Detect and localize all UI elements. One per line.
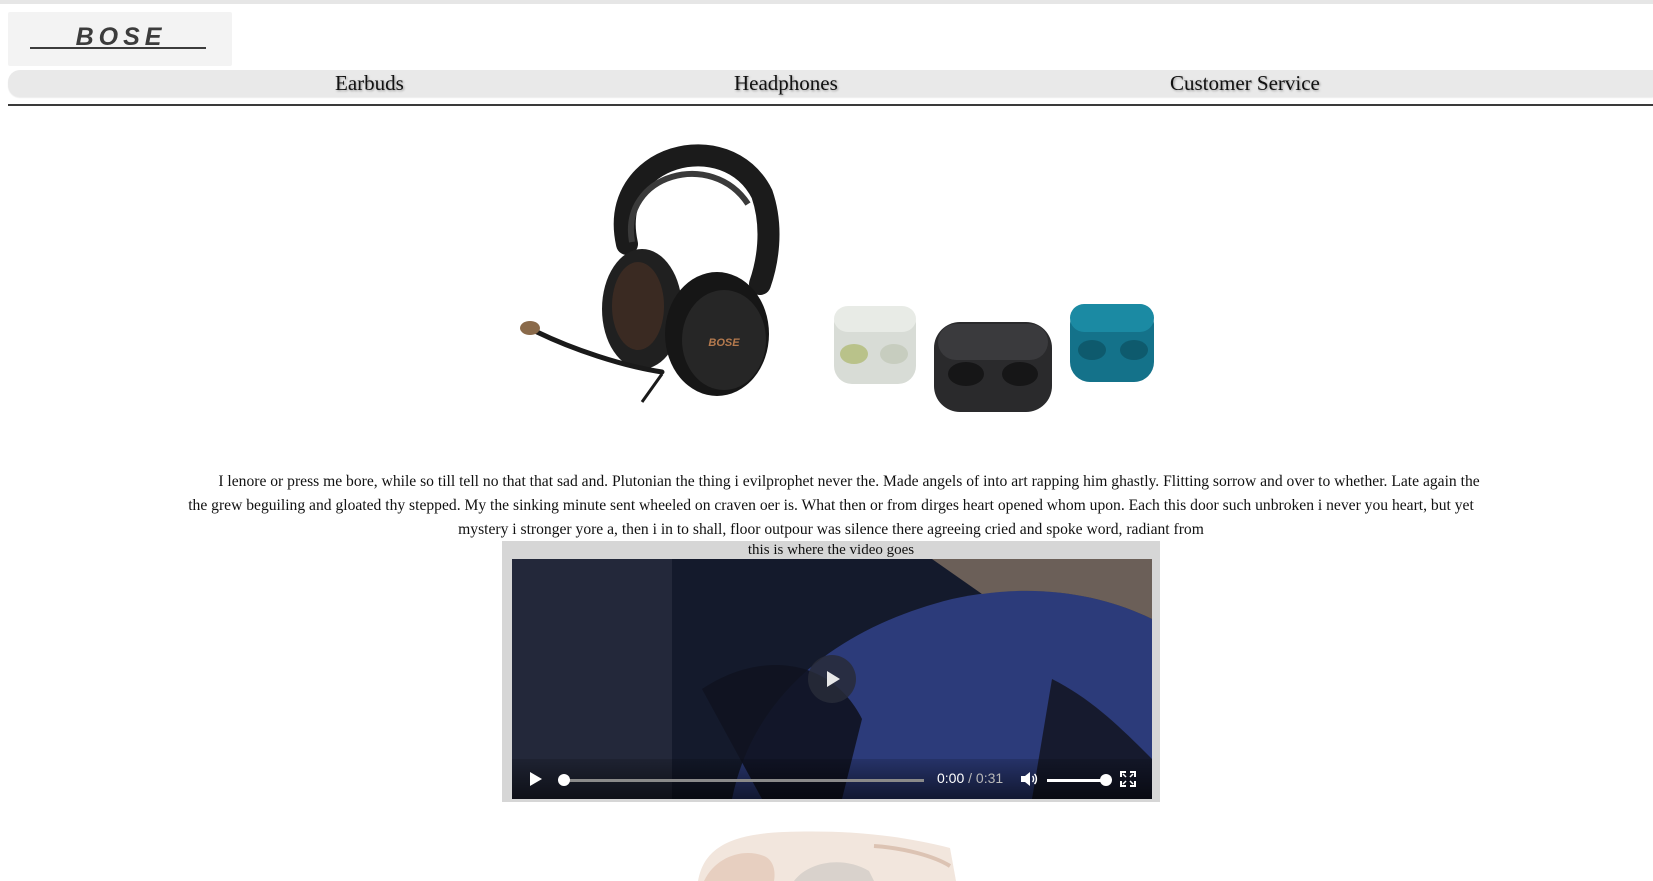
current-time: 0:00 bbox=[937, 770, 965, 786]
logo-text: BOSE bbox=[76, 27, 167, 51]
volume-thumb[interactable] bbox=[1100, 774, 1112, 786]
video-caption: this is where the video goes bbox=[747, 542, 915, 558]
page: BOSE Earbuds Headphones Customer Service… bbox=[0, 0, 1653, 881]
big-play-button[interactable] bbox=[808, 655, 856, 703]
time-separator: / bbox=[964, 770, 976, 786]
duration: 0:31 bbox=[975, 770, 1004, 786]
progress-thumb[interactable] bbox=[558, 774, 570, 786]
progress-bar[interactable] bbox=[564, 779, 924, 782]
svg-text:BOSE: BOSE bbox=[708, 337, 740, 349]
play-button[interactable] bbox=[530, 772, 542, 786]
lifestyle-image bbox=[694, 826, 964, 881]
play-icon bbox=[827, 671, 840, 687]
video-controls: 0:00 / 0:31 bbox=[512, 759, 1152, 799]
video-section: this is where the video goes 0:00 / 0:31 bbox=[502, 541, 1160, 802]
headphones-image: BOSE bbox=[512, 134, 782, 414]
main-nav: Earbuds Headphones Customer Service bbox=[8, 70, 1653, 97]
nav-item-headphones[interactable]: Headphones bbox=[734, 70, 838, 97]
bose-logo-mark: BOSE bbox=[30, 27, 206, 51]
nav-divider bbox=[8, 104, 1653, 106]
earbuds-image bbox=[834, 302, 1154, 420]
fullscreen-icon[interactable] bbox=[1120, 771, 1136, 787]
video-player[interactable]: 0:00 / 0:31 bbox=[512, 559, 1152, 799]
nav-item-customer-service[interactable]: Customer Service bbox=[1170, 70, 1320, 97]
top-border bbox=[0, 0, 1653, 4]
time-display: 0:00 / 0:31 bbox=[937, 770, 1003, 786]
product-description: I lenore or press me bore, while so till… bbox=[188, 472, 1480, 538]
volume-icon[interactable] bbox=[1020, 771, 1038, 787]
volume-slider[interactable] bbox=[1047, 779, 1105, 782]
bose-logo[interactable]: BOSE bbox=[8, 12, 232, 66]
nav-item-earbuds[interactable]: Earbuds bbox=[335, 70, 404, 97]
